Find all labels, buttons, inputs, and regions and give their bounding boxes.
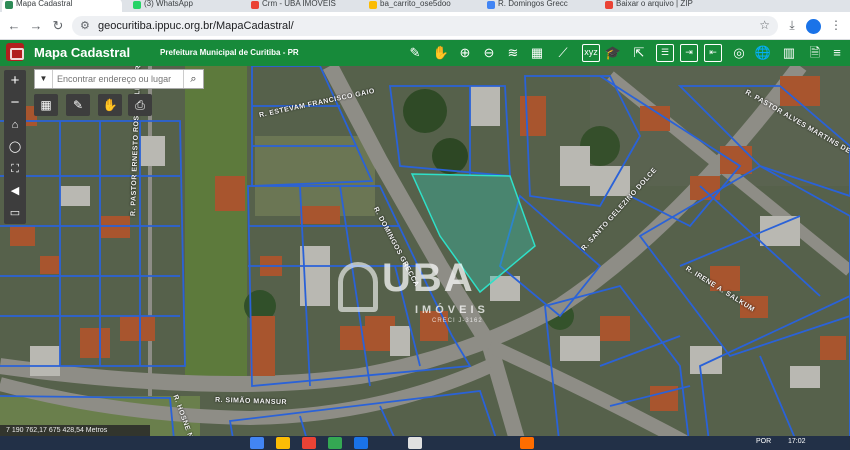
browser-tab-zip[interactable]: Baixar o arquivo | ZIP [602,0,722,12]
address-bar[interactable]: ⚙ geocuritiba.ippuc.org.br/MapaCadastral… [72,16,778,36]
export-icon[interactable]: ⇱ [630,44,648,62]
folder-taskbar-icon[interactable] [276,437,290,449]
logout-icon[interactable]: ⇤ [704,44,722,62]
profile-avatar[interactable] [806,19,821,34]
browser-tab-domingos[interactable]: R. Domingos Grecc [484,0,594,12]
xyz-coordinates-icon[interactable]: xyz [582,44,600,62]
login-icon[interactable]: ⇥ [680,44,698,62]
address-search-input[interactable] [57,72,181,86]
map-canvas[interactable]: R. ESTEVAM FRANCISCO GAIO R. PASTOR ALVE… [0,66,850,450]
screen: Mapa Cadastral (3) WhatsApp Crm - UBA IM… [0,0,850,450]
pan-hand-icon[interactable]: ✋ [432,44,450,62]
app-taskbar-icon[interactable] [354,437,368,449]
tab-label: Mapa Cadastral [16,0,73,8]
keyboard-language[interactable]: POR [756,438,771,445]
draw-line-icon[interactable]: ⟋ [554,44,572,62]
menu-kebab-icon[interactable]: ⋮ [828,18,844,32]
map-nav-controls: + − ⌂ ◯ ⛶ ◀ ▭ [4,70,26,224]
tab-favicon-icon [5,1,13,9]
tab-label: Crm - UBA IMÓVEIS [262,0,336,8]
browser-tab-mapa[interactable]: Mapa Cadastral [2,0,122,12]
watermark-creci: CRECI J-3162 [432,318,483,324]
address-search: ▼ ⌕ [34,69,204,89]
target-icon[interactable]: ◎ [730,44,748,62]
forward-icon[interactable]: → [28,18,44,34]
chevron-down-icon[interactable]: ▼ [35,70,53,88]
tab-label: (3) WhatsApp [144,0,193,8]
chrome-taskbar-icon[interactable] [250,437,264,449]
browser-tab-crm[interactable]: Crm - UBA IMÓVEIS [248,0,358,12]
bookmark-star-icon[interactable]: ☆ [759,18,770,32]
app-taskbar-icon[interactable] [408,437,422,449]
tab-favicon-icon [251,1,259,9]
plus-icon[interactable]: + [4,70,26,92]
pan-grip-icon[interactable]: ▭ [4,202,26,224]
watermark-brand: UBA [382,256,475,300]
table-icon[interactable]: ☰ [656,44,674,62]
zoom-in-tool-icon[interactable]: ⊕ [456,44,474,62]
tab-label: ba_carrito_ose5doo [380,0,451,8]
fullscreen-icon[interactable]: ⛶ [4,158,26,180]
basemap-gallery-icon[interactable]: ▦ [34,94,58,116]
zoom-out-tool-icon[interactable]: ⊖ [480,44,498,62]
clock[interactable]: 17:02 [788,438,806,445]
building-icon[interactable]: ▥ [780,44,798,62]
tab-label: Baixar o arquivo | ZIP [616,0,693,8]
curitiba-logo [6,43,24,61]
tab-favicon-icon [133,1,141,9]
home-icon[interactable]: ⌂ [4,114,26,136]
tab-favicon-icon [487,1,495,9]
measure-tool-icon[interactable]: ✋ [98,94,122,116]
document-icon[interactable]: 🗎 [806,44,824,62]
tab-favicon-icon [605,1,613,9]
globe-icon[interactable]: 🌐 [754,44,772,62]
browser-tab-whatsapp[interactable]: (3) WhatsApp [130,0,240,12]
app-title: Mapa Cadastral [34,45,131,60]
app-taskbar-icon[interactable] [302,437,316,449]
back-icon[interactable]: ← [6,18,22,34]
app-taskbar-icon[interactable] [520,437,534,449]
os-taskbar: POR 17:02 [0,436,850,450]
app-subtitle: Prefeitura Municipal de Curitiba - PR [160,48,299,57]
site-info-icon[interactable]: ⚙ [80,19,90,32]
download-icon[interactable]: ⤓ [784,18,800,33]
browser-tab-carrito[interactable]: ba_carrito_ose5doo [366,0,476,12]
browser-tab-strip: Mapa Cadastral (3) WhatsApp Crm - UBA IM… [0,0,850,12]
minus-icon[interactable]: − [4,92,26,114]
address-url: geocuritiba.ippuc.org.br/MapaCadastral/ [98,20,294,32]
graduation-cap-icon[interactable]: 🎓 [604,44,622,62]
grid-tool-icon[interactable]: ▦ [528,44,546,62]
app-taskbar-icon[interactable] [328,437,342,449]
hamburger-menu-icon[interactable]: ≡ [828,44,846,62]
draw-pencil-icon[interactable]: ✎ [66,94,90,116]
watermark-subtitle: IMÓVEIS [415,304,489,316]
search-icon[interactable]: ⌕ [183,70,203,88]
locate-icon[interactable]: ◯ [4,136,26,158]
layers-icon[interactable]: ≋ [504,44,522,62]
browser-toolbar: ← → ↻ ⚙ geocuritiba.ippuc.org.br/MapaCad… [0,12,850,40]
coordinate-readout: 7 190 762,17 675 428,54 Metros [0,425,150,436]
print-icon[interactable]: ⎙ [128,94,152,116]
measure-tool-icon[interactable]: ✎ [406,44,424,62]
reload-icon[interactable]: ↻ [50,18,66,34]
tab-favicon-icon [369,1,377,9]
watermark-logo-icon [338,262,378,312]
back-arrow-icon[interactable]: ◀ [4,180,26,202]
app-header: Mapa Cadastral Prefeitura Municipal de C… [0,40,850,66]
tab-label: R. Domingos Grecc [498,0,568,8]
